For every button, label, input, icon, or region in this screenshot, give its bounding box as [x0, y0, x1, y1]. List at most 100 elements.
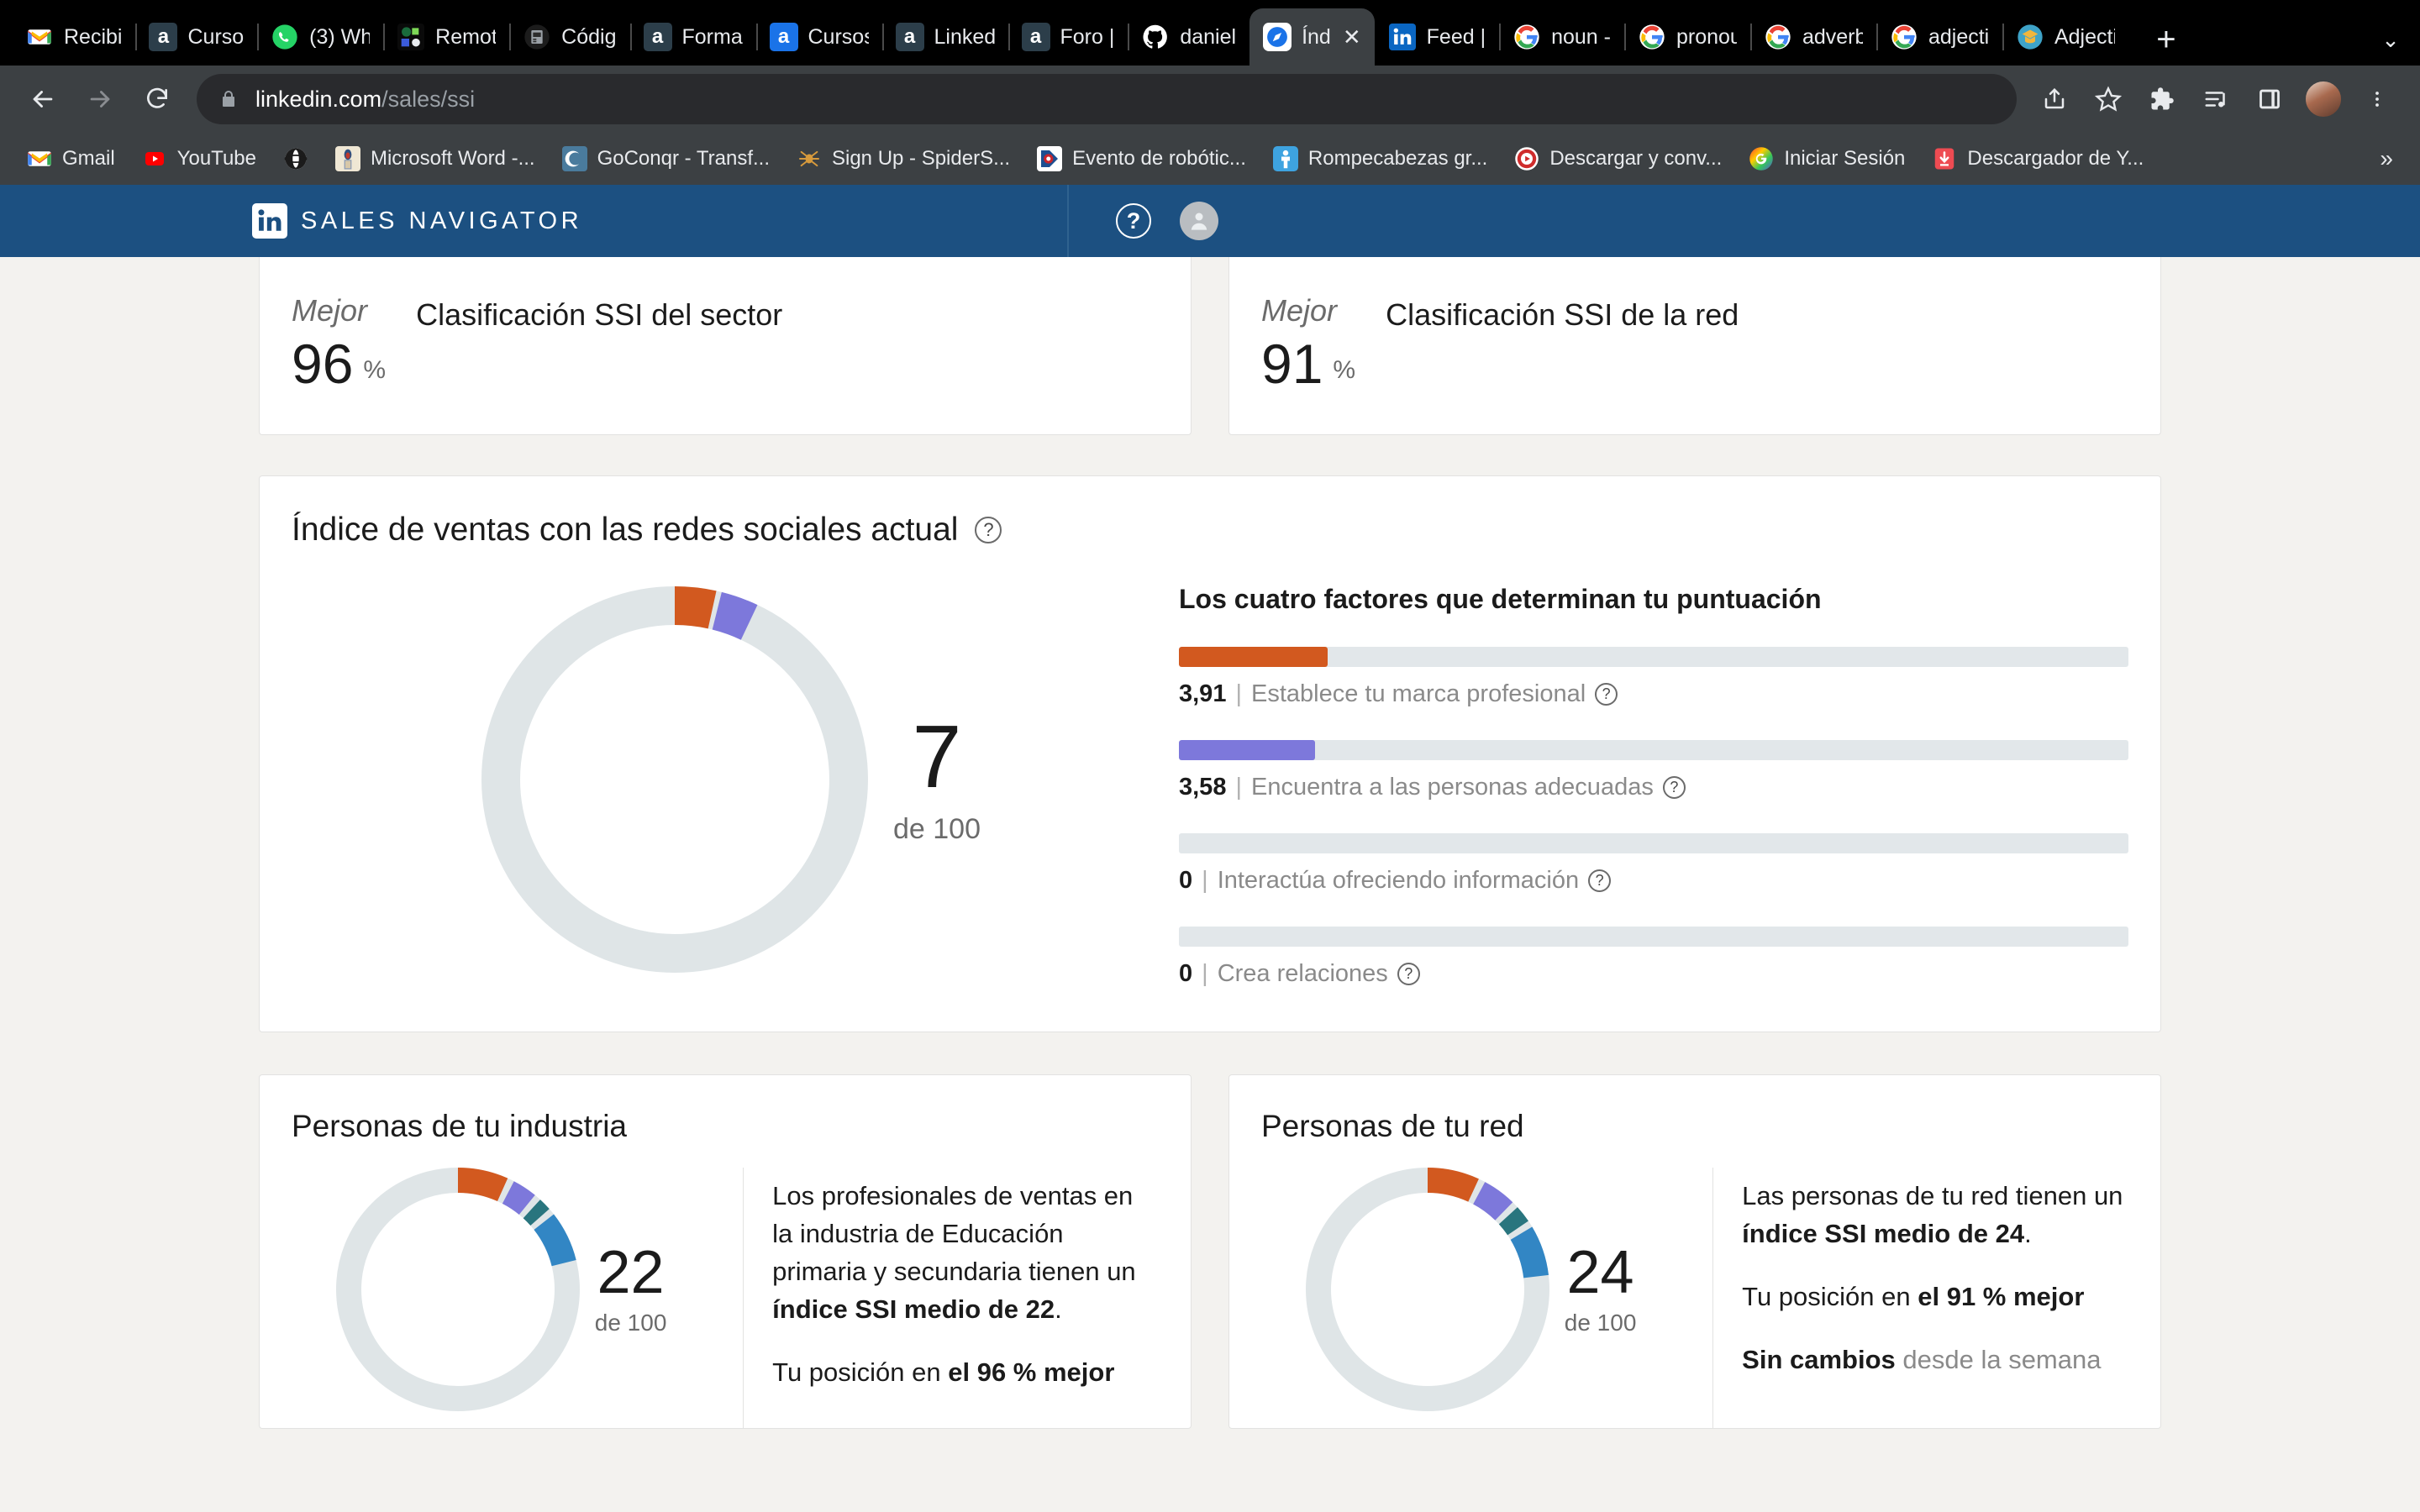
- browser-tab[interactable]: Recibi: [12, 8, 135, 66]
- people-paragraph: Tu posición en el 96 % mejor: [772, 1354, 1157, 1392]
- close-icon[interactable]: ✕: [1343, 24, 1361, 50]
- factor-row: 0 | Interactúa ofreciendo información?: [1179, 833, 2128, 895]
- browser-tab[interactable]: (3) Wh: [257, 8, 383, 66]
- whatsapp-icon: [271, 23, 299, 51]
- rank-value: 91: [1261, 332, 1323, 395]
- factor-separator: |: [1235, 680, 1242, 707]
- factor-help-icon[interactable]: ?: [1662, 776, 1686, 799]
- emphasis-text: índice SSI medio de 22: [772, 1294, 1055, 1324]
- tab-title: adjecti: [1928, 24, 1989, 49]
- browser-tab[interactable]: adjecti: [1876, 8, 2002, 66]
- people-industry-card: Personas de tu industria 22 de 100 Los prof…: [259, 1074, 1192, 1429]
- bookmark-item[interactable]: Descargar y conv...: [1504, 141, 1732, 176]
- emphasis-text: el 96 % mejor: [948, 1357, 1115, 1387]
- people-paragraph: Tu posición en el 91 % mejor: [1742, 1278, 2127, 1316]
- browser-tab[interactable]: Feed |: [1375, 8, 1499, 66]
- url-path: /sales/ssi: [381, 86, 476, 112]
- rank-card-title: Clasificación SSI del sector: [416, 297, 783, 332]
- new-tab-button[interactable]: +: [2140, 13, 2192, 66]
- tab-title: Curso: [187, 24, 245, 49]
- people-donut-section: 24 de 100: [1229, 1168, 1714, 1428]
- emphasis-text: índice SSI medio de 24: [1742, 1218, 2025, 1248]
- bookmark-item[interactable]: GoConqr - Transf...: [552, 141, 780, 176]
- browser-tab[interactable]: a Forma: [629, 8, 756, 66]
- bookmark-label: Descargar y conv...: [1549, 147, 1723, 170]
- factor-bar-track: [1179, 927, 2128, 947]
- bookmark-item[interactable]: Evento de robótic...: [1027, 141, 1256, 176]
- browser-tab[interactable]: Remot: [383, 8, 509, 66]
- ssi-donut-section: 7 de 100: [292, 570, 1171, 988]
- bookmark-item[interactable]: Sign Up - SpiderS...: [786, 141, 1020, 176]
- sales-navigator-brand[interactable]: SALES NAVIGATOR: [252, 203, 582, 239]
- factor-value: 0: [1179, 960, 1193, 987]
- people-card-description: Las personas de tu red tienen un índice …: [1713, 1168, 2160, 1428]
- alison-icon: a: [1021, 23, 1050, 51]
- bookmark-item[interactable]: YouTube: [132, 141, 266, 176]
- factor-help-icon[interactable]: ?: [1397, 963, 1420, 985]
- four-factors-panel: Los cuatro factores que determinan tu pu…: [1171, 570, 2128, 988]
- chrome-menu-icon[interactable]: [2353, 75, 2402, 123]
- side-panel-icon[interactable]: [2245, 75, 2294, 123]
- tab-title: Adjecti: [2054, 24, 2115, 49]
- rainbow-g-icon: [1749, 146, 1774, 171]
- bookmark-item[interactable]: Rompecabezas gr...: [1263, 141, 1497, 176]
- people-card-body: 24 de 100 Las personas de tu red tienen un…: [1229, 1168, 2160, 1428]
- people-score-value: 24: [1566, 1239, 1634, 1306]
- industry-rank-card: Mejor 96 % Clasificación SSI del sector: [259, 257, 1192, 435]
- bookmark-item[interactable]: Descargador de Y...: [1922, 141, 2154, 176]
- compass-icon: [1263, 23, 1292, 51]
- factor-help-icon[interactable]: ?: [1595, 683, 1618, 706]
- factor-name: Crea relaciones: [1217, 960, 1388, 987]
- share-icon[interactable]: [2030, 75, 2079, 123]
- bookmark-item[interactable]: Microsoft Word -...: [325, 141, 545, 176]
- extensions-puzzle-icon[interactable]: [2138, 75, 2186, 123]
- bookmarks-overflow-icon[interactable]: »: [2380, 145, 2403, 172]
- goconqr-icon: [561, 146, 587, 171]
- people-donut-section: 22 de 100: [260, 1168, 744, 1428]
- browser-tab[interactable]: a Foro |: [1007, 8, 1128, 66]
- spider-icon: [797, 146, 822, 171]
- factor-label-row: 0 | Crea relaciones?: [1179, 960, 2128, 988]
- bookmark-item[interactable]: Iniciar Sesión: [1739, 141, 1915, 176]
- bookmark-item[interactable]: [273, 141, 318, 176]
- user-avatar[interactable]: [1180, 202, 1218, 240]
- ssi-card-title: Índice de ventas con las redes sociales …: [292, 512, 959, 548]
- people-score-block: 24 de 100: [1565, 1242, 1637, 1336]
- browser-tab[interactable]: adverb: [1749, 8, 1876, 66]
- bookmark-star-icon[interactable]: [2084, 75, 2133, 123]
- factor-label-row: 3,58 | Encuentra a las personas adecuadas?: [1179, 774, 2128, 801]
- address-bar[interactable]: linkedin.com/sales/ssi: [197, 74, 2017, 124]
- help-icon[interactable]: ?: [1116, 203, 1151, 239]
- factor-help-icon[interactable]: ?: [1588, 869, 1612, 892]
- reload-button[interactable]: [133, 75, 182, 123]
- youtube-icon: [142, 146, 167, 171]
- rank-card-row: Mejor 96 % Clasificación SSI del sector …: [259, 257, 2161, 435]
- body-text: Tu posición en: [1742, 1281, 1918, 1311]
- ssi-help-icon[interactable]: ?: [975, 517, 1002, 543]
- factor-name: Establece tu marca profesional: [1251, 680, 1586, 707]
- browser-tab[interactable]: daniel: [1128, 8, 1249, 66]
- puzzle-person-icon: [1272, 146, 1298, 171]
- tab-title: adverb: [1802, 24, 1863, 49]
- forward-button[interactable]: [76, 75, 124, 123]
- bookmark-item[interactable]: Gmail: [17, 141, 125, 176]
- factor-bar-fill: [1179, 740, 1315, 760]
- back-button[interactable]: [18, 75, 67, 123]
- browser-tab-active[interactable]: Índ ✕: [1249, 8, 1375, 66]
- reading-list-icon[interactable]: [2191, 75, 2240, 123]
- bookmark-label: GoConqr - Transf...: [597, 147, 770, 170]
- ssi-card-header: Índice de ventas con las redes sociales …: [292, 512, 2128, 549]
- brand-title: SALES NAVIGATOR: [301, 207, 583, 234]
- factor-row: 0 | Crea relaciones?: [1179, 927, 2128, 988]
- header-actions: ?: [1067, 185, 2420, 257]
- browser-tab[interactable]: pronou: [1623, 8, 1750, 66]
- browser-tab[interactable]: a Linked: [881, 8, 1008, 66]
- browser-tab[interactable]: noun -: [1499, 8, 1624, 66]
- browser-tab[interactable]: Adjecti: [2002, 8, 2128, 66]
- browser-tab[interactable]: Códig: [509, 8, 629, 66]
- browser-tab[interactable]: a Cursos: [755, 8, 882, 66]
- profile-avatar[interactable]: [2299, 75, 2348, 123]
- rank-value-row: 96 %: [292, 336, 386, 391]
- tab-search-chevron-down-icon[interactable]: ⌄: [2361, 13, 2420, 66]
- browser-tab[interactable]: a Curso: [135, 8, 257, 66]
